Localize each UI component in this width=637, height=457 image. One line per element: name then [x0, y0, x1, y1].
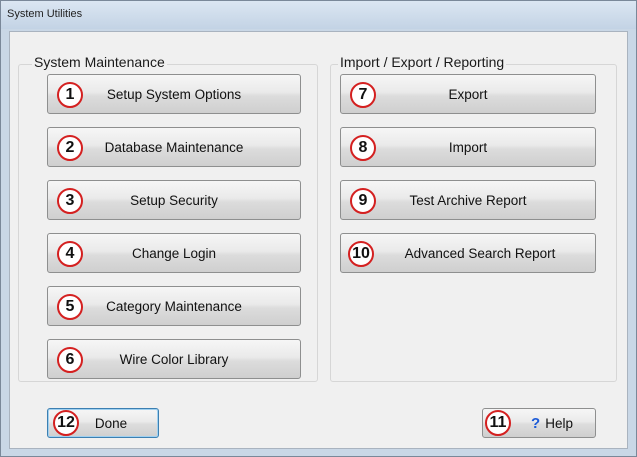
import-export-reporting-label: Import / Export / Reporting: [338, 54, 507, 70]
change-login-label: Change Login: [131, 245, 217, 261]
callout-badge-4: 4: [57, 241, 83, 267]
question-mark-icon: ?: [531, 414, 541, 432]
client-area: System Maintenance Setup System Options …: [9, 31, 628, 449]
callout-badge-11: 11: [485, 410, 511, 436]
callout-badge-5: 5: [57, 294, 83, 320]
advanced-search-report-label: Advanced Search Report: [404, 245, 556, 261]
wire-color-library-button[interactable]: Wire Color Library: [47, 339, 301, 379]
callout-badge-9: 9: [350, 188, 376, 214]
callout-badge-1: 1: [57, 82, 83, 108]
title-bar[interactable]: System Utilities: [1, 1, 636, 29]
import-button[interactable]: Import: [340, 127, 596, 167]
change-login-button[interactable]: Change Login: [47, 233, 301, 273]
import-label: Import: [448, 139, 488, 155]
callout-badge-3: 3: [57, 188, 83, 214]
category-maintenance-button[interactable]: Category Maintenance: [47, 286, 301, 326]
export-label: Export: [448, 86, 488, 102]
done-label: Done: [94, 415, 128, 431]
callout-badge-10: 10: [348, 241, 374, 267]
callout-badge-6: 6: [57, 347, 83, 373]
help-label: Help: [545, 415, 573, 431]
database-maintenance-label: Database Maintenance: [104, 139, 244, 155]
system-maintenance-label: System Maintenance: [32, 54, 167, 70]
callout-badge-12: 12: [53, 410, 79, 436]
system-utilities-window: System Utilities System Maintenance Setu…: [0, 0, 637, 457]
setup-system-options-button[interactable]: Setup System Options: [47, 74, 301, 114]
callout-badge-8: 8: [350, 135, 376, 161]
category-maintenance-label: Category Maintenance: [106, 298, 242, 314]
setup-system-options-label: Setup System Options: [106, 86, 242, 102]
export-button[interactable]: Export: [340, 74, 596, 114]
wire-color-library-label: Wire Color Library: [119, 351, 229, 367]
test-archive-report-button[interactable]: Test Archive Report: [340, 180, 596, 220]
callout-badge-7: 7: [350, 82, 376, 108]
setup-security-label: Setup Security: [130, 192, 218, 208]
callout-badge-2: 2: [57, 135, 83, 161]
setup-security-button[interactable]: Setup Security: [47, 180, 301, 220]
test-archive-report-label: Test Archive Report: [409, 192, 527, 208]
window-title: System Utilities: [7, 8, 83, 20]
database-maintenance-button[interactable]: Database Maintenance: [47, 127, 301, 167]
advanced-search-report-button[interactable]: Advanced Search Report: [340, 233, 596, 273]
